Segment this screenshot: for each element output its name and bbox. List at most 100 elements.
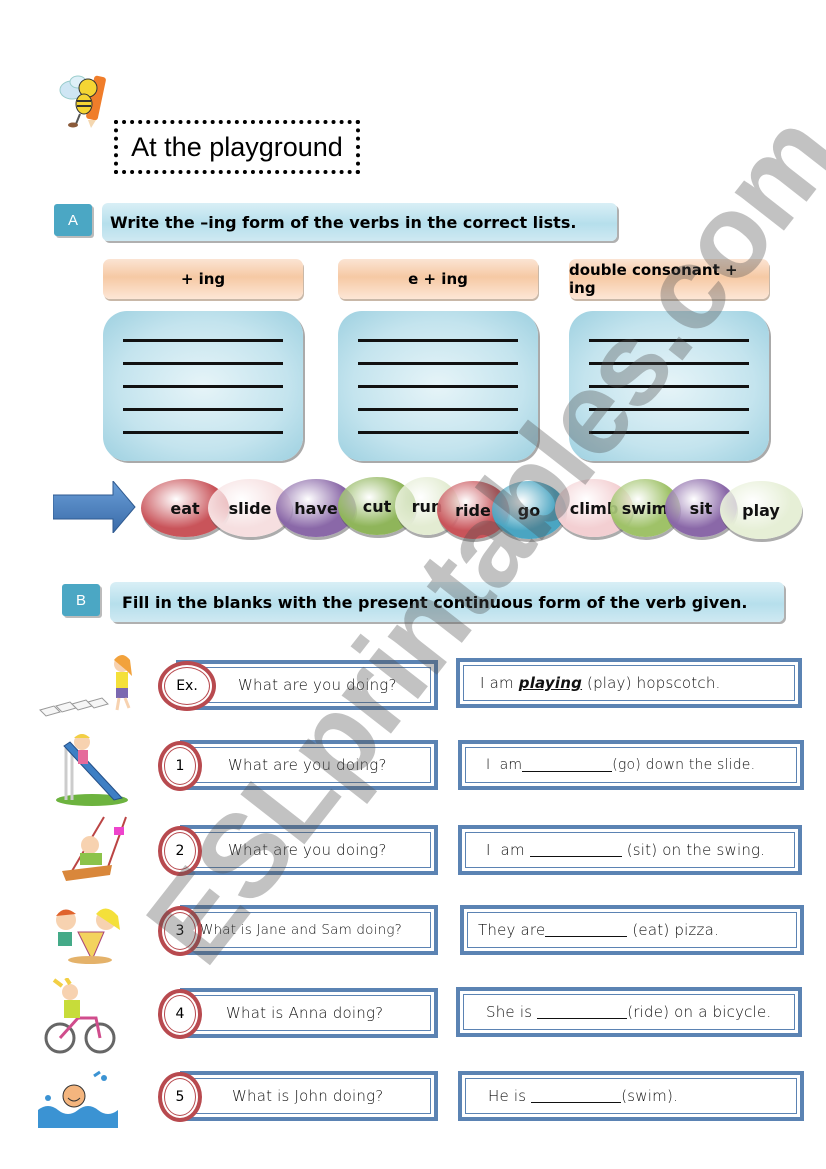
write-line[interactable] [589,339,749,342]
bee-pencil-icon [58,68,116,130]
answer-sentence: She is (ride) on a bicycle. [460,991,798,1033]
section-a-instruction: Write the –ing form of the verbs in the … [102,203,617,241]
page-title: At the playground [131,131,343,162]
answer-frame-3: They are (eat) pizza. [460,905,804,955]
answer-example-filled: playing [518,674,583,692]
girl-bicycle-image [40,976,120,1054]
answer-sentence: They are (eat) pizza. [464,909,800,951]
verb-word: eat [170,498,200,518]
verb-oval: play [720,481,802,539]
answer-sentence: I am (sit) on the swing. [462,829,798,871]
item-number-badge: 4 [158,989,202,1039]
column-header-plus-ing: + ing [103,259,303,299]
item-number: Ex. [176,678,198,694]
verb-word: swim [621,498,669,518]
item-number: 1 [175,758,185,774]
verb-word: go [517,500,541,520]
write-line[interactable] [589,431,749,434]
answer-frame-1: I am (go) down the slide. [458,740,804,790]
write-line[interactable] [123,385,283,388]
answer-text-before: I am [480,674,519,692]
write-line[interactable] [123,431,283,434]
question-text: What is Anna doing? [226,1004,384,1022]
answer-sentence: I am playing (play) hopscotch. [460,662,798,704]
answer-frame-ex: I am playing (play) hopscotch. [456,658,802,708]
write-line[interactable] [123,339,283,342]
child-swing-image [52,815,132,881]
write-line[interactable] [358,385,518,388]
column-header-text: e + ing [408,270,468,288]
answer-text-before: I am [486,757,523,773]
answer-sentence: He is (swim). [462,1075,800,1117]
answer-text-after: (play) hopscotch. [582,674,721,692]
girl-slide-image [52,728,132,806]
answer-blank[interactable] [545,923,628,937]
question-frame-4: What is Anna doing? [180,988,438,1038]
boy-swimming-image [38,1068,118,1130]
question-frame-1: What are you doing? [180,740,438,790]
verb-word: sit [689,498,713,518]
section-b-instruction: Fill in the blanks with the present cont… [110,582,784,622]
question-text: What are you doing? [228,841,387,859]
write-line[interactable] [358,362,518,365]
answer-text-before: They are [478,921,546,939]
answer-text-after: (ride) on a bicycle. [627,1003,772,1021]
answer-text-before: She is [486,1003,538,1021]
write-line[interactable] [589,408,749,411]
answer-text-after: (swim). [621,1087,678,1105]
answer-text-before: He is [488,1087,532,1105]
answer-blank[interactable] [531,1089,622,1103]
answer-frame-5: He is (swim). [458,1071,804,1121]
girl-hopscotch-image [38,650,132,717]
write-line[interactable] [358,339,518,342]
kids-eating-pizza-image [48,902,128,964]
answer-box-e-plus-ing[interactable] [338,311,538,461]
answer-blank[interactable] [537,1005,628,1019]
question-frame-3: What is Jane and Sam doing? [180,905,438,955]
answer-text-before: I am [486,841,530,859]
page-title-box: At the playground [114,120,360,174]
write-line[interactable] [358,408,518,411]
question-frame-5: What is John doing? [180,1071,438,1121]
write-line[interactable] [589,362,749,365]
column-header-text: + ing [180,270,226,288]
write-line[interactable] [123,362,283,365]
answer-text-after: (sit) on the swing. [621,841,766,859]
section-a-label: A [54,204,92,236]
column-header-double-consonant: double consonant + ing [569,259,769,299]
answer-blank[interactable] [529,843,622,857]
verb-word: play [742,500,780,520]
write-line[interactable] [589,385,749,388]
column-header-e-plus-ing: e + ing [338,259,538,299]
answer-box-plus-ing[interactable] [103,311,303,461]
item-number: 4 [175,1006,185,1022]
item-number-badge: 3 [158,906,202,956]
verb-word: have [294,498,338,518]
question-text: What is Jane and Sam doing? [200,922,403,938]
verb-word: cut [362,496,392,516]
answer-frame-2: I am (sit) on the swing. [458,825,802,875]
column-header-text: double consonant + ing [569,261,738,297]
item-number-badge: 2 [158,826,202,876]
write-line[interactable] [123,408,283,411]
answer-sentence: I am (go) down the slide. [462,744,800,786]
question-text: What are you doing? [238,676,397,694]
section-b-instruction-text: Fill in the blanks with the present cont… [122,592,748,612]
write-line[interactable] [358,431,518,434]
question-text: What are you doing? [228,756,387,774]
answer-box-double-consonant[interactable] [569,311,769,461]
item-number: 3 [175,923,185,939]
item-number: 2 [175,843,185,859]
answer-frame-4: She is (ride) on a bicycle. [456,987,802,1037]
answer-text-after: (go) down the slide. [612,757,756,773]
item-number-badge: 5 [158,1072,202,1122]
verb-word: slide [228,498,272,518]
section-a-instruction-text: Write the –ing form of the verbs in the … [110,212,577,232]
arrow-right-icon [52,479,137,537]
verb-word: ride [455,500,491,520]
question-frame-2: What are you doing? [180,825,438,875]
item-number: 5 [175,1089,185,1105]
answer-blank[interactable] [522,758,613,772]
answer-text-after: (eat) pizza. [627,921,719,939]
item-number-badge: 1 [158,741,202,791]
